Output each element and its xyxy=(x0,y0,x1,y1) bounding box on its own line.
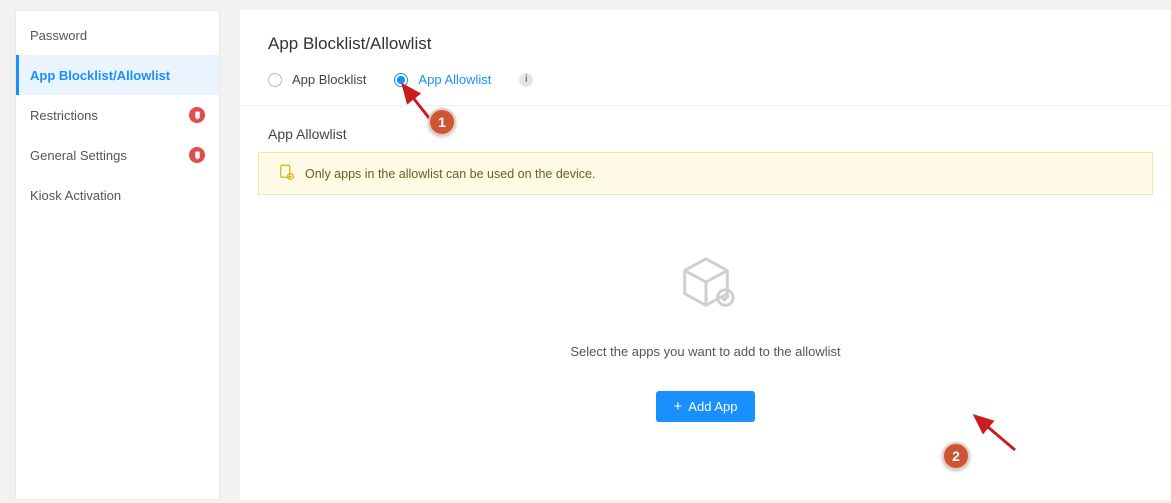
sidebar-item-label: General Settings xyxy=(30,148,127,163)
annotation-badge-1: 1 xyxy=(428,108,456,136)
plus-icon: + xyxy=(674,399,683,414)
radio-blocklist[interactable] xyxy=(268,73,282,87)
annotation-badge-2: 2 xyxy=(942,442,970,470)
notice-text: Only apps in the allowlist can be used o… xyxy=(305,167,595,181)
page-title: App Blocklist/Allowlist xyxy=(240,10,1171,72)
sidebar-item-password[interactable]: Password xyxy=(16,15,219,55)
add-app-button[interactable]: + Add App xyxy=(656,391,756,422)
package-icon xyxy=(675,302,737,319)
sidebar-item-label: Kiosk Activation xyxy=(30,188,121,203)
sidebar-item-general-settings[interactable]: General Settings xyxy=(16,135,219,175)
sidebar-item-label: App Blocklist/Allowlist xyxy=(30,68,170,83)
sidebar-item-kiosk-activation[interactable]: Kiosk Activation xyxy=(16,175,219,215)
sidebar: Password App Blocklist/Allowlist Restric… xyxy=(15,10,220,500)
alert-icon xyxy=(189,147,205,163)
annotation-arrow-2 xyxy=(967,410,1027,460)
radio-group: App Blocklist App Allowlist i xyxy=(240,72,1171,106)
add-app-label: Add App xyxy=(688,399,737,414)
alert-icon xyxy=(189,107,205,123)
sidebar-item-restrictions[interactable]: Restrictions xyxy=(16,95,219,135)
sidebar-item-blocklist-allowlist[interactable]: App Blocklist/Allowlist xyxy=(16,55,219,95)
sidebar-item-label: Restrictions xyxy=(30,108,98,123)
info-icon[interactable]: i xyxy=(519,73,533,87)
empty-text: Select the apps you want to add to the a… xyxy=(240,344,1171,359)
section-subtitle: App Allowlist xyxy=(240,106,1171,152)
notice-banner: Only apps in the allowlist can be used o… xyxy=(258,152,1153,195)
main-panel: App Blocklist/Allowlist App Blocklist Ap… xyxy=(240,10,1171,500)
notice-icon xyxy=(277,163,295,184)
empty-state: Select the apps you want to add to the a… xyxy=(240,195,1171,422)
sidebar-item-label: Password xyxy=(30,28,87,43)
radio-blocklist-label: App Blocklist xyxy=(292,72,366,87)
